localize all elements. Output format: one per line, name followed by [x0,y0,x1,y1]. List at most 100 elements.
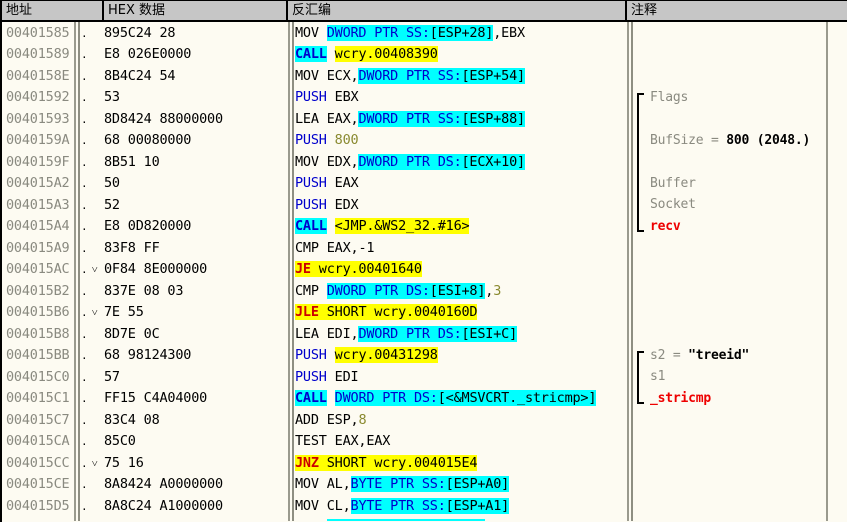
row-hex-bytes: 8A8424 A0000000 [104,476,223,493]
column-header-comment[interactable]: 注释 [627,1,847,20]
disassembly-row[interactable]: 004015B2. 837E 08 03 CMP DWORD PTR DS:[ESI… [2,280,847,302]
row-address: 00401592 [6,89,70,106]
disassembly-row[interactable]: 00401593. 8D8424 88000000 LEA EAX,DWORD PT… [2,108,847,130]
disassembly-row[interactable]: 0040158E. 8B4C24 54 MOV ECX,DWORD PTR SS:[… [2,65,847,87]
disassembly-row[interactable]: 00401589. E8 026E0000 CALL wcry.00408390 [2,44,847,66]
row-address: 004015DC [2,519,74,521]
row-disassembly: TEST EAX,EAX [295,433,391,450]
row-comment: Flags [650,89,689,105]
row-comment: s1 [650,369,666,385]
row-marker-icon: . [81,134,89,148]
row-address: 004015B2 [6,282,70,299]
row-marker-icon: . [81,91,89,105]
row-hex-bytes: 53 [104,89,120,106]
column-header-hex-label: HEX 数据 [108,3,166,18]
row-marker-icon: . [81,284,89,298]
disassembly-row[interactable]: 00401585. 895C24 28 MOV DWORD PTR SS:[ESP+… [2,22,847,44]
row-address: 004015C7 [6,411,70,428]
row-comment: Buffer [650,175,696,191]
row-disassembly: LEA EDI,DWORD PTR DS:[ESI+C] [295,325,517,342]
row-comment: s2 = "treeid" [650,347,750,363]
row-marker-icon: . [81,112,89,126]
row-address: 004015C0 [6,368,70,385]
row-marker-icon: . [74,520,104,521]
row-address: 004015CA [6,433,70,450]
row-hex-bytes: 8B4C24 54 [104,67,176,84]
disassembly-row[interactable]: 00401592. 53 PUSH EBX Flags [2,87,847,109]
disassembly-row[interactable]: 004015C0. 57 PUSH EDI s1 [2,366,847,388]
disassembly-row[interactable]: 004015A9. 83F8 FF CMP EAX,-1 [2,237,847,259]
row-disassembly: PUSH EDI [295,368,359,385]
row-disassembly: LEA EAX,DWORD PTR SS:[ESP+88] [295,110,525,127]
row-hex-bytes: 85C0 [104,433,136,450]
row-hex-bytes: 83F8 FF [104,239,160,256]
disassembly-rows[interactable]: 00401585. 895C24 28 MOV DWORD PTR SS:[ESP+… [2,22,847,521]
row-marker-icon: . [81,48,89,62]
row-marker-icon: . [81,349,89,363]
row-disassembly: PUSH wcry.00431298 [295,347,438,364]
row-marker-icon: . [81,413,89,427]
column-header-hex[interactable]: HEX 数据 [104,1,288,20]
row-marker-icon: . [81,392,89,406]
row-hex-bytes: 52 [104,196,120,213]
row-hex-bytes: 50 [104,175,120,192]
row-address: 00401585 [6,24,70,41]
column-header-disasm[interactable]: 反汇编 [288,1,627,20]
row-comment: BufSize = 800 (2048.) [650,132,811,148]
disassembly-row[interactable]: 004015C7. 83C4 08 ADD ESP,8 [2,409,847,431]
disassembly-row[interactable]: 004015BB. 68 98124300 PUSH wcry.00431298 s2… [2,345,847,367]
disassembly-row[interactable]: 004015CE. 8A8424 A0000000 MOV AL,BYTE PTR … [2,474,847,496]
column-header-disasm-label: 反汇编 [292,3,332,18]
row-marker-icon: . [81,327,89,341]
row-hex-bytes: 57 [104,368,120,385]
disassembly-row[interactable]: 004015CC . ˅ 75 16 JNZ SHORT wcry.004015E4 [2,452,847,474]
row-hex-bytes: 8D7E 0C [104,325,160,342]
row-marker-icon: . [81,198,89,212]
row-marker-icon: . [81,478,89,492]
row-address: 00401589 [6,46,70,63]
disassembly-row[interactable]: 004015DC.884424 12MOV BYTE PTR SS:[ESP+1… [2,517,847,521]
row-address: 0040158E [6,67,70,84]
row-hex-bytes: 8B51 10 [104,153,160,170]
row-hex-bytes: 8A8C24 A1000000 [104,497,223,514]
disassembly-row[interactable]: 004015A4. E8 0D820000 CALL <JMP.&WS2_32.#1… [2,216,847,238]
disassembly-row[interactable]: 004015C1. FF15 C4A04000 CALL DWORD PTR DS:… [2,388,847,410]
row-disassembly: MOV ECX,DWORD PTR SS:[ESP+54] [295,67,525,84]
row-disassembly: MOV CL,BYTE PTR SS:[ESP+A1] [295,497,510,514]
row-marker-icon: . [81,370,89,384]
row-hex-bytes: 7E 55 [104,304,144,321]
disassembly-row[interactable]: 004015B8. 8D7E 0C LEA EDI,DWORD PTR DS:[ES… [2,323,847,345]
row-address: 004015CC [6,454,70,471]
row-disassembly: CALL <JMP.&WS2_32.#16> [295,218,470,235]
row-disassembly: PUSH EDX [295,196,359,213]
row-hex-bytes: 8D8424 88000000 [104,110,223,127]
disassembly-row[interactable]: 0040159A. 68 00080000 PUSH 800 BufSize = 80… [2,130,847,152]
row-disassembly: MOV BYTE PTR SS:[ESP+12],AL [288,519,627,521]
row-hex-bytes: E8 0D820000 [104,218,192,235]
column-header-address[interactable]: 地址 [2,1,104,20]
disassembly-row[interactable]: 004015CA. 85C0 TEST EAX,EAX [2,431,847,453]
row-address: 0040159A [6,132,70,149]
disassembly-row[interactable]: 004015A2. 50 PUSH EAX Buffer [2,173,847,195]
row-disassembly: MOV AL,BYTE PTR SS:[ESP+A0] [295,476,510,493]
disassembly-row[interactable]: 004015B6 . ˅ 7E 55 JLE SHORT wcry.0040160D [2,302,847,324]
row-disassembly: CMP DWORD PTR DS:[ESI+8],3 [295,282,502,299]
row-address: 004015A9 [6,239,70,256]
row-disassembly: MOV EDX,DWORD PTR DS:[ECX+10] [295,153,525,170]
disassembly-row[interactable]: 0040159F. 8B51 10 MOV EDX,DWORD PTR DS:[EC… [2,151,847,173]
row-hex-bytes: 68 98124300 [104,347,192,364]
disassembly-row[interactable]: 004015D5. 8A8C24 A1000000 MOV CL,BYTE PTR … [2,495,847,517]
row-marker-icon: . [81,155,89,169]
row-disassembly: JLE SHORT wcry.0040160D [295,304,478,321]
row-address: 004015B6 [6,304,70,321]
row-hex-bytes: 0F84 8E000000 [104,261,208,278]
row-comment: Socket [650,197,696,213]
column-header-comment-label: 注释 [631,3,658,18]
row-address: 004015BB [6,347,70,364]
row-marker-icon: . [81,241,89,255]
row-marker-icon: . ˅ [81,263,99,277]
disassembly-row[interactable]: 004015AC . ˅ 0F84 8E000000 JE wcry.00401640 [2,259,847,281]
row-comment: _stricmp [650,390,712,406]
row-address: 004015C1 [6,390,70,407]
disassembly-row[interactable]: 004015A3. 52 PUSH EDX Socket [2,194,847,216]
